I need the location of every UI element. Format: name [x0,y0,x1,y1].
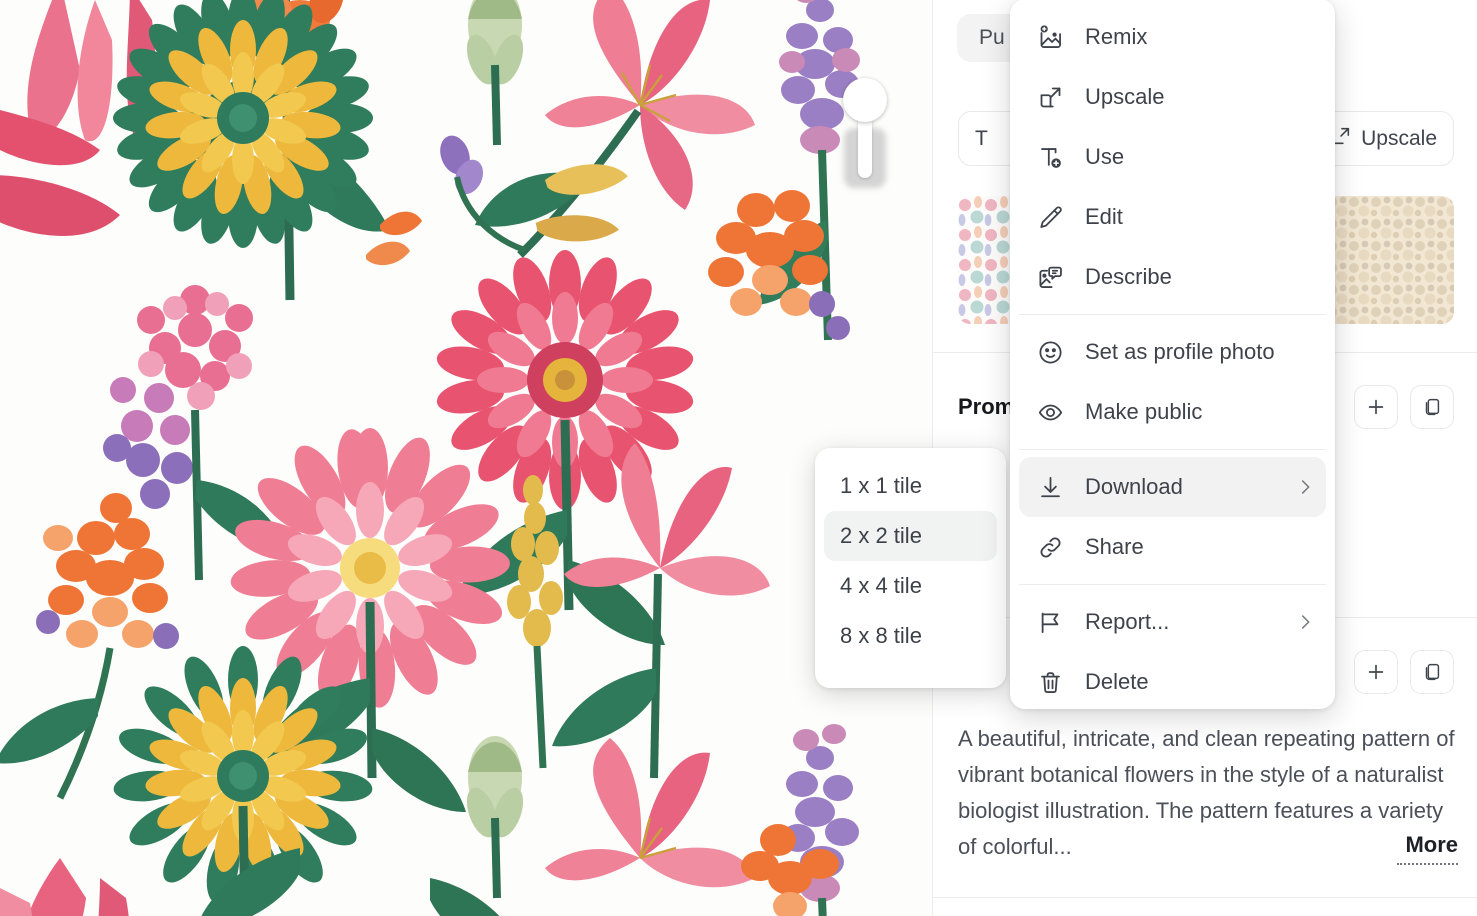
chevron-right-icon [1294,611,1316,633]
public-toggle-label: Pu [979,26,1005,49]
menu-item-edit[interactable]: Edit [1019,187,1326,247]
variations-label: T [975,126,988,150]
image-description: A beautiful, intricate, and clean repeat… [958,721,1458,865]
menu-item-describe[interactable]: Describe [1019,247,1326,307]
tile-option-1x1-label: 1 x 1 tile [840,473,922,498]
tile-option-1x1[interactable]: 1 x 1 tile [824,461,997,511]
menu-item-download-label: Download [1085,474,1183,499]
copy-prompt-button[interactable] [1410,385,1454,429]
menu-item-edit-label: Edit [1085,204,1123,229]
tile-option-8x8[interactable]: 8 x 8 tile [824,611,997,661]
menu-separator-2 [1019,449,1326,450]
add-prompt-button[interactable] [1354,385,1398,429]
smiley-face-icon [1035,337,1065,367]
menu-item-remix[interactable]: Remix [1019,7,1326,67]
chevron-right-icon [1294,476,1316,498]
menu-item-delete-label: Delete [1085,669,1149,694]
upscale-label: Upscale [1361,126,1437,150]
menu-item-report[interactable]: Report... [1019,592,1326,652]
divider-bottom [933,897,1477,898]
pencil-icon [1035,202,1065,232]
menu-item-use-label: Use [1085,144,1125,169]
menu-item-make-public[interactable]: Make public [1019,382,1326,442]
menu-item-make-public-label: Make public [1085,399,1203,424]
menu-item-share-label: Share [1085,534,1144,559]
menu-separator-1 [1019,314,1326,315]
download-icon [1035,472,1065,502]
menu-item-remix-label: Remix [1085,24,1148,49]
add-description-button[interactable] [1354,650,1398,694]
menu-item-upscale[interactable]: Upscale [1019,67,1326,127]
menu-item-set-as-profile-photo-label: Set as profile photo [1085,339,1275,364]
image-context-menu: Remix Upscale Use Edit Describe Set as p… [1010,0,1335,709]
tile-option-8x8-label: 8 x 8 tile [840,623,922,648]
menu-item-report-label: Report... [1085,609,1170,634]
menu-item-set-as-profile-photo[interactable]: Set as profile photo [1019,322,1326,382]
eye-icon [1035,397,1065,427]
copy-description-button[interactable] [1410,650,1454,694]
trash-icon [1035,667,1065,697]
description-section-tools [1354,650,1454,694]
link-icon [1035,532,1065,562]
description-text: A beautiful, intricate, and clean repeat… [958,726,1455,859]
botanical-pattern-image[interactable] [0,0,932,916]
menu-item-delete[interactable]: Delete [1019,652,1326,712]
upscale-icon [1035,82,1065,112]
upscale-button[interactable]: Upscale [1330,125,1437,153]
menu-item-download[interactable]: Download [1019,457,1326,517]
tile-option-4x4-label: 4 x 4 tile [840,573,922,598]
download-tile-submenu: 1 x 1 tile 2 x 2 tile 4 x 4 tile 8 x 8 t… [815,448,1006,688]
image-viewer[interactable] [0,0,932,916]
menu-separator-3 [1019,584,1326,585]
variations-button[interactable]: T [975,127,988,151]
prompt-section-tools [1354,385,1454,429]
use-text-icon [1035,142,1065,172]
remix-image-icon [1035,22,1065,52]
flag-icon [1035,607,1065,637]
tile-option-2x2-label: 2 x 2 tile [840,523,922,548]
tile-option-4x4[interactable]: 4 x 4 tile [824,561,997,611]
thumbnail-beige-floral[interactable] [1326,196,1454,324]
menu-item-upscale-label: Upscale [1085,84,1165,109]
menu-item-use[interactable]: Use [1019,127,1326,187]
menu-item-describe-label: Describe [1085,264,1172,289]
menu-item-share[interactable]: Share [1019,517,1326,577]
tile-option-2x2[interactable]: 2 x 2 tile [824,511,997,561]
describe-image-icon [1035,262,1065,292]
more-link[interactable]: More [1397,827,1458,865]
